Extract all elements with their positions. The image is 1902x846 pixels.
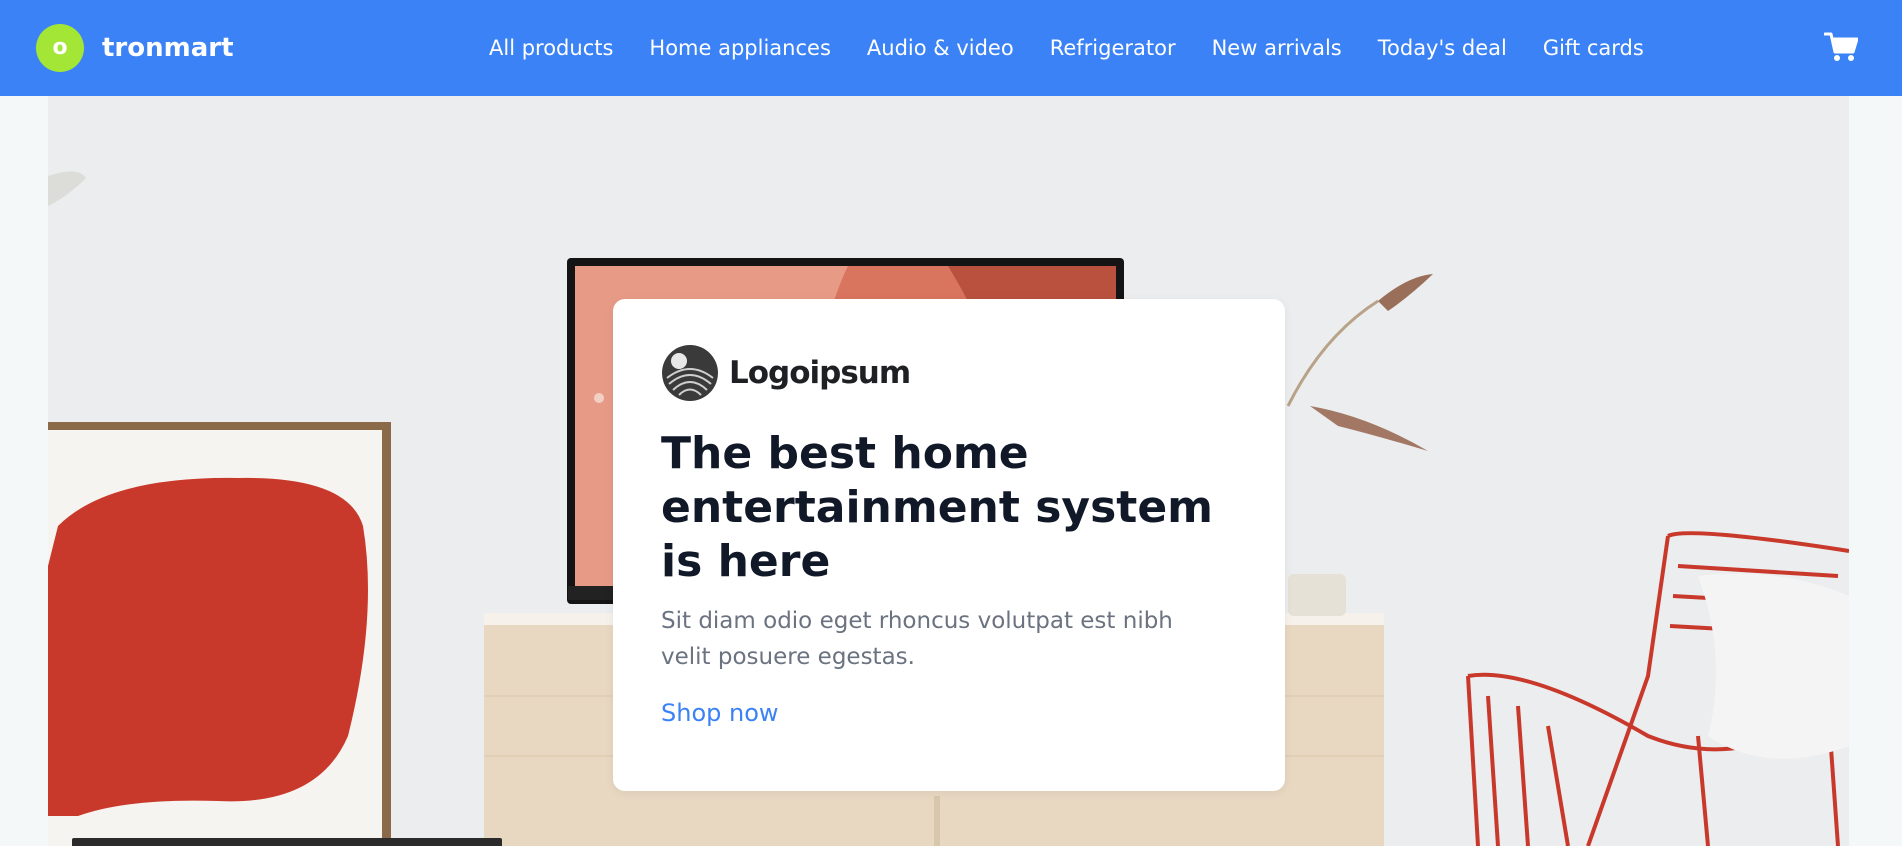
shopping-cart-icon[interactable] [1823, 31, 1859, 63]
site-header: o tronmart All products Home appliances … [0, 0, 1902, 96]
nav-item-all-products[interactable]: All products [489, 36, 613, 60]
promo-description: Sit diam odio eget rhoncus volutpat est … [661, 608, 1173, 670]
hero-scrollbar[interactable] [72, 838, 502, 846]
nav-item-todays-deal[interactable]: Today's deal [1378, 36, 1507, 60]
nav-item-audio-video[interactable]: Audio & video [867, 36, 1014, 60]
brand-name: tronmart [102, 33, 234, 63]
shop-now-link[interactable]: Shop now [661, 699, 779, 727]
partner-logo: Logoipsum [661, 343, 1237, 403]
brand-logo-icon: o [36, 24, 84, 72]
nav-item-new-arrivals[interactable]: New arrivals [1212, 36, 1342, 60]
nav-item-refrigerator[interactable]: Refrigerator [1050, 36, 1176, 60]
nav-item-gift-cards[interactable]: Gift cards [1543, 36, 1644, 60]
promo-title: The best home entertainment system is he… [661, 428, 1214, 587]
brand-logo-letter: o [52, 35, 68, 60]
promo-card: Logoipsum The best home entertainment sy… [613, 299, 1285, 791]
brand[interactable]: o tronmart [36, 24, 234, 72]
main-nav: All products Home appliances Audio & vid… [489, 0, 1680, 96]
nav-item-home-appliances[interactable]: Home appliances [649, 36, 830, 60]
logo-text: Logoipsum [729, 355, 911, 391]
logoipsum-icon [662, 345, 718, 401]
